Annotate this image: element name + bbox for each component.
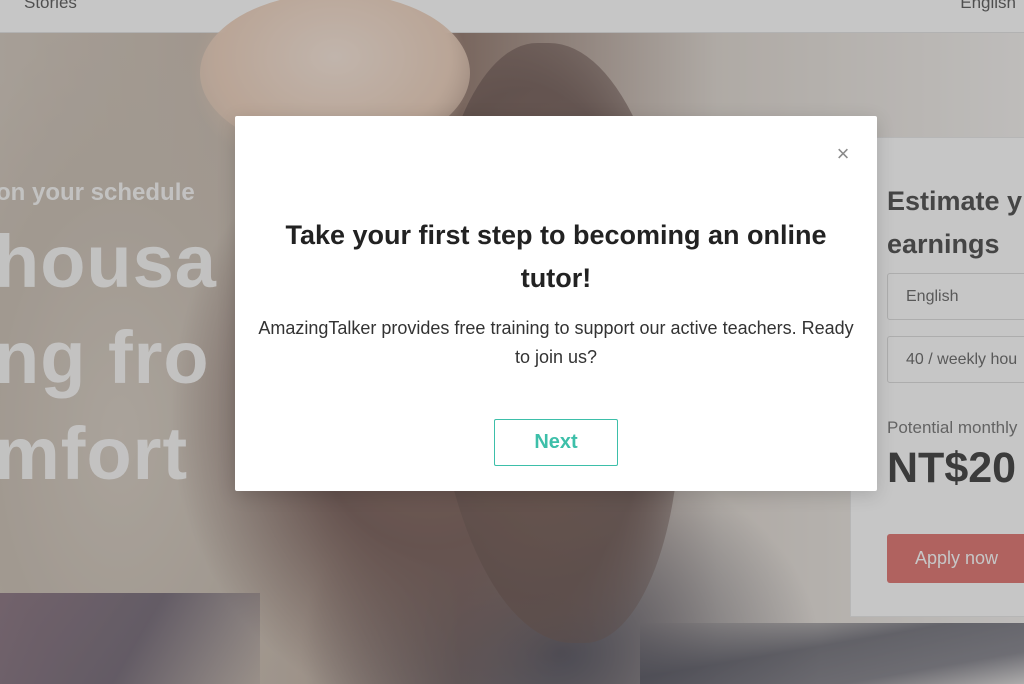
page: Stories English on your schedule housa n… [0, 0, 1024, 684]
next-button[interactable]: Next [494, 419, 618, 466]
modal-description: AmazingTalker provides free training to … [258, 318, 854, 367]
close-icon[interactable]: × [831, 143, 855, 167]
become-tutor-modal: × Take your first step to becoming an on… [235, 116, 877, 491]
modal-title: Take your first step to becoming an onli… [285, 220, 827, 293]
